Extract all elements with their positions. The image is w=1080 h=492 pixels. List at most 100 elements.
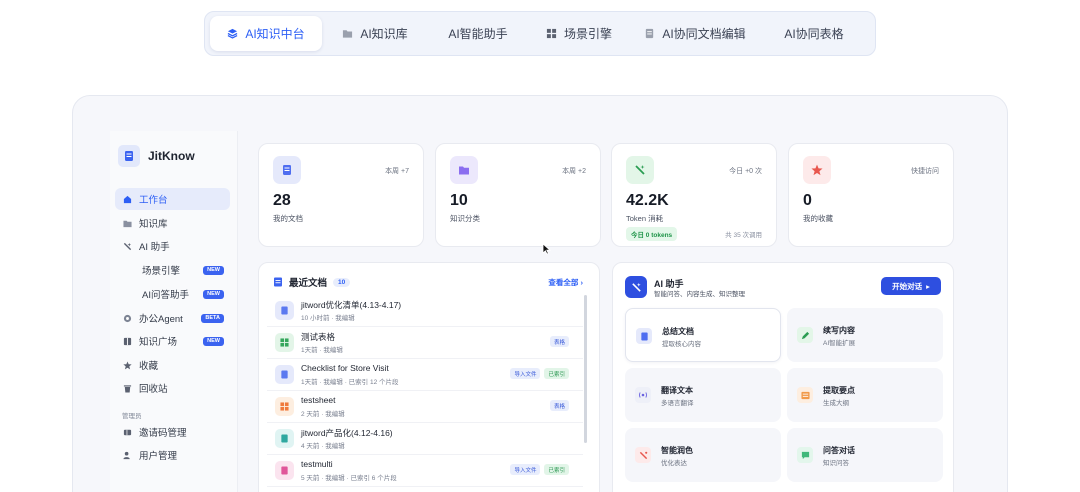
tab-label: AI智能助手	[448, 27, 508, 41]
sidebar-item-knowledge-base[interactable]: 知识库	[115, 212, 230, 234]
doc-meta: 4 天前 · 我编辑	[301, 443, 345, 450]
tab-ai-knowledge-base[interactable]: AI知识库	[322, 16, 428, 51]
translate-icon	[635, 387, 651, 403]
ai-action-qa[interactable]: 问答对话 知识问答	[787, 428, 943, 482]
new-badge: NEW	[203, 289, 224, 299]
ai-assistant-panel: AI 助手 智能问答、内容生成、知识整理 开始对话 ▸ 总结文档 提取核心内容 …	[612, 262, 954, 492]
agent-icon	[123, 314, 132, 322]
ticket-icon	[123, 429, 132, 435]
sidebar-item-knowledge-square[interactable]: 知识广场 NEW	[115, 330, 230, 352]
doc-tags: 导入文件 已索引	[510, 368, 569, 379]
tab-ai-assistant[interactable]: AI智能助手	[428, 16, 528, 51]
trash-icon	[123, 384, 132, 393]
users-icon	[123, 451, 130, 459]
list-icon	[797, 387, 813, 403]
layers-icon	[227, 28, 238, 39]
sidebar-item-qa-assistant[interactable]: AI问答助手 NEW	[115, 283, 230, 305]
new-badge: NEW	[203, 265, 224, 275]
list-item[interactable]: jitword产品化(4.12-4.16) 4 天前 · 我编辑	[267, 423, 583, 455]
arrow-right-icon: ▸	[926, 281, 930, 291]
doc-tags: 表格	[549, 400, 569, 411]
list-item[interactable]: 测试表格 1天前 · 我编辑 表格	[267, 327, 583, 359]
scrollbar[interactable]	[584, 295, 587, 443]
wand-icon	[123, 242, 132, 250]
tab-ai-knowledge-hub[interactable]: AI知识中台	[210, 16, 322, 51]
stat-value: 42.2K	[626, 192, 669, 209]
tile-subtitle: 优化表达	[661, 460, 687, 467]
stat-card-docs[interactable]: 本周 +7 28 我的文档	[258, 143, 424, 247]
list-item[interactable]: testsheet 2 天前 · 我编辑 表格	[267, 391, 583, 423]
tile-title: 翻译文本	[661, 386, 693, 395]
grid-icon	[546, 28, 557, 39]
admin-group-label: 管理员	[122, 413, 142, 420]
sidebar-item-office-agent[interactable]: 办公Agent BETA	[115, 307, 230, 329]
ai-action-polish[interactable]: 智能润色 优化表达	[625, 428, 781, 482]
tab-label: AI知识中台	[245, 27, 305, 41]
sidebar-item-ai-assistant[interactable]: AI 助手	[115, 235, 230, 257]
list-item[interactable]: testmulti 5 天前 · 我编辑 · 已索引 6 个片段 导入文件 已索…	[267, 455, 583, 487]
start-chat-label: 开始对话	[892, 281, 923, 291]
tag: 表格	[549, 400, 569, 411]
tile-title: 总结文档	[662, 327, 694, 336]
list-item[interactable]: Checklist for Store Visit 1天前 · 我编辑 · 已索…	[267, 359, 583, 391]
tag: 导入文件	[510, 368, 541, 379]
sidebar-item-scene-engine[interactable]: 场景引擎 NEW	[115, 259, 230, 281]
tile-subtitle: 多语言翻译	[661, 400, 694, 407]
stat-label: 知识分类	[450, 214, 480, 223]
stat-card-categories[interactable]: 本周 +2 10 知识分类	[435, 143, 601, 247]
document-icon	[273, 156, 301, 184]
sidebar-item-favorites[interactable]: 收藏	[115, 354, 230, 376]
tab-ai-sheet[interactable]: AI协同表格	[760, 16, 868, 51]
sidebar-item-label: 邀请码管理	[139, 428, 187, 439]
sidebar-item-label: 知识广场	[139, 337, 178, 348]
token-call-count: 共 35 次调用	[725, 232, 762, 239]
tag: 已索引	[544, 368, 569, 379]
sidebar-item-label: 工作台	[139, 195, 168, 206]
chevron-right-icon: ›	[580, 278, 584, 287]
document-icon	[275, 301, 294, 320]
ai-action-summarize[interactable]: 总结文档 提取核心内容	[625, 308, 781, 362]
star-icon	[803, 156, 831, 184]
tab-scene-engine[interactable]: 场景引擎	[528, 16, 630, 51]
tile-title: 续写内容	[823, 326, 855, 335]
doc-title: jitword优化清单(4.13-4.17)	[301, 300, 402, 310]
tile-subtitle: 生成大纲	[823, 400, 849, 407]
ai-action-continue[interactable]: 续写内容 AI智能扩展	[787, 308, 943, 362]
brand[interactable]: JitKnow	[118, 145, 195, 167]
sidebar-item-trash[interactable]: 回收站	[115, 377, 230, 399]
stat-tag: 今日 +0 次	[729, 168, 762, 175]
brand-name: JitKnow	[148, 149, 195, 163]
tile-title: 提取要点	[823, 386, 855, 395]
stat-card-favorites[interactable]: 快捷访问 0 我的收藏	[788, 143, 954, 247]
mouse-cursor-icon	[542, 243, 551, 255]
recent-docs-panel: 最近文档 10 查看全部 › jitword优化清单(4.13-4.17) 10…	[258, 262, 600, 492]
sidebar-item-label: 用户管理	[139, 451, 178, 462]
stat-label: 我的收藏	[803, 214, 833, 223]
sidebar-item-label: 场景引擎	[142, 266, 181, 277]
sidebar-item-invite-codes[interactable]: 邀请码管理	[115, 421, 230, 443]
sidebar-item-user-management[interactable]: 用户管理	[115, 444, 230, 466]
new-badge: NEW	[203, 336, 224, 346]
doc-meta: 1天前 · 我编辑	[301, 347, 343, 354]
doc-tags: 导入文件 已索引	[510, 464, 569, 475]
logo-icon	[118, 145, 140, 167]
view-all-link[interactable]: 查看全部 ›	[548, 277, 583, 288]
tab-label: AI协同文档编辑	[662, 27, 746, 41]
tile-title: 问答对话	[823, 446, 855, 455]
sidebar: JitKnow 工作台 知识库 AI 助手 场景引擎 NEW AI问答助手 NE…	[110, 131, 238, 492]
tab-ai-doc-editor[interactable]: AI协同文档编辑	[630, 16, 760, 51]
list-item[interactable]: jitword优化清单(4.13-4.17) 10 小时前 · 我编辑	[267, 295, 583, 327]
start-chat-button[interactable]: 开始对话 ▸	[881, 277, 941, 295]
sidebar-item-label: 办公Agent	[139, 314, 183, 325]
book-icon	[123, 337, 132, 345]
ai-action-translate[interactable]: 翻译文本 多语言翻译	[625, 368, 781, 422]
stat-card-tokens[interactable]: 今日 +0 次 42.2K Token 消耗 今日 0 tokens 共 35 …	[611, 143, 777, 247]
doc-title: 测试表格	[301, 332, 336, 342]
stat-value: 28	[273, 192, 291, 209]
tab-label: 场景引擎	[563, 27, 612, 41]
doc-title: Checklist for Store Visit	[301, 363, 389, 373]
sidebar-item-workbench[interactable]: 工作台	[115, 188, 230, 210]
ai-action-extract[interactable]: 提取要点 生成大纲	[787, 368, 943, 422]
doc-meta: 2 天前 · 我编辑	[301, 411, 345, 418]
tag: 导入文件	[510, 464, 541, 475]
